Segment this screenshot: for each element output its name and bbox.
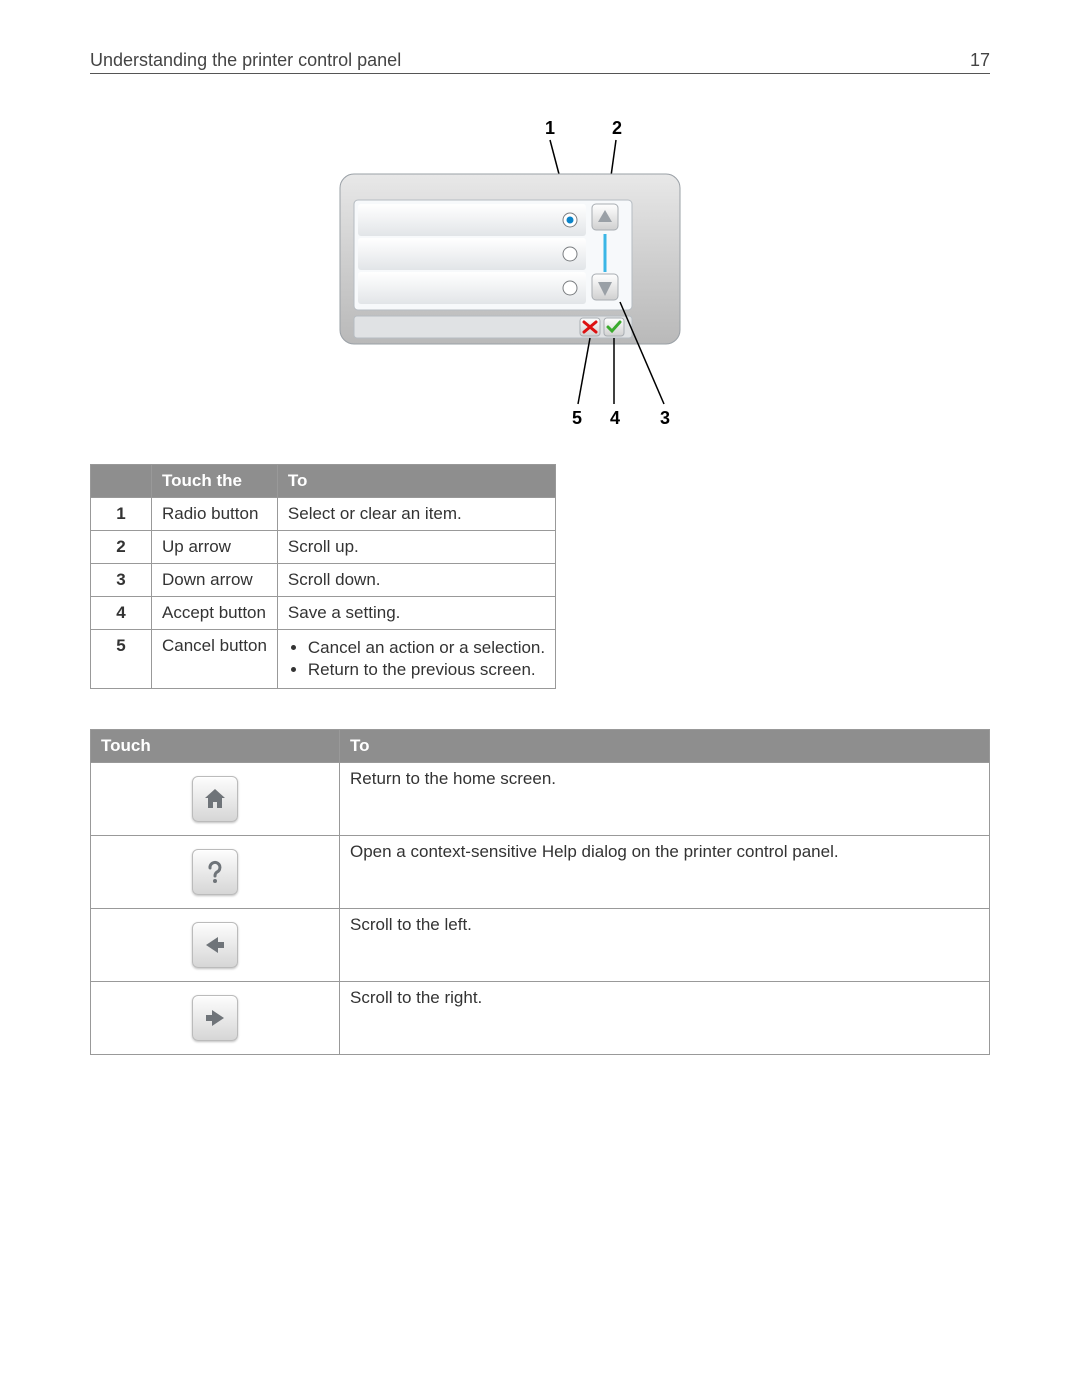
cancel-button[interactable] [580, 318, 600, 336]
callout-table: Touch the To 1 Radio button Select or cl… [90, 464, 556, 689]
page-number: 17 [970, 50, 990, 71]
home-icon[interactable] [192, 776, 238, 822]
table-row: Scroll to the right. [91, 982, 990, 1055]
callout-3: 3 [660, 408, 670, 428]
page-header: Understanding the printer control panel … [90, 50, 990, 74]
table-row: 1 Radio button Select or clear an item. [91, 498, 556, 531]
radio-button-icon[interactable] [563, 281, 577, 295]
table1-head-touch: Touch the [152, 465, 278, 498]
radio-button-icon[interactable] [563, 247, 577, 261]
up-arrow-button[interactable] [592, 204, 618, 230]
table-row: Open a context-sensitive Help dialog on … [91, 836, 990, 909]
table1-head-blank [91, 465, 152, 498]
down-arrow-button[interactable] [592, 274, 618, 300]
callout-2: 2 [612, 118, 622, 138]
table-row: 5 Cancel button Cancel an action or a se… [91, 630, 556, 689]
table-row: 3 Down arrow Scroll down. [91, 564, 556, 597]
control-panel-diagram: 1 2 [90, 114, 990, 444]
accept-button[interactable] [604, 318, 624, 336]
table1-head-to: To [277, 465, 555, 498]
table-row: 2 Up arrow Scroll up. [91, 531, 556, 564]
callout-4: 4 [610, 408, 620, 428]
radio-button-icon[interactable] [563, 213, 577, 227]
table2-head-touch: Touch [91, 730, 340, 763]
arrow-right-icon[interactable] [192, 995, 238, 1041]
touch-icon-table: Touch To Return to the home screen. [90, 729, 990, 1055]
arrow-left-icon[interactable] [192, 922, 238, 968]
page-title: Understanding the printer control panel [90, 50, 401, 71]
callout-1: 1 [545, 118, 555, 138]
table2-head-to: To [340, 730, 990, 763]
table-row: Scroll to the left. [91, 909, 990, 982]
help-icon[interactable] [192, 849, 238, 895]
callout-5: 5 [572, 408, 582, 428]
table-row: Return to the home screen. [91, 763, 990, 836]
table-row: 4 Accept button Save a setting. [91, 597, 556, 630]
